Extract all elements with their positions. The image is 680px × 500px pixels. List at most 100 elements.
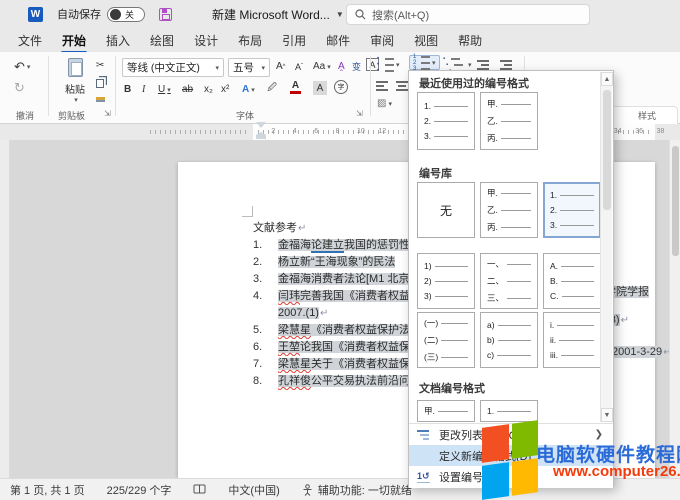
numbering-option-none[interactable]: 无: [417, 182, 475, 238]
text-segment: 完善我国《消费者权益: [300, 290, 410, 302]
vertical-ruler[interactable]: [0, 140, 10, 478]
styles-group-label: 样式: [638, 109, 656, 122]
word-app-icon[interactable]: W: [28, 7, 43, 22]
font-color-button[interactable]: A: [290, 80, 301, 95]
title-bar: W 自动保存 关 新建 Microsoft Word... ▼ 搜索(Alt+Q…: [0, 0, 680, 28]
tab-审阅[interactable]: 审阅: [360, 29, 404, 52]
italic-button[interactable]: I: [142, 82, 145, 97]
list-level-icon: [417, 430, 433, 440]
numbering-option[interactable]: 1.2.3.: [417, 92, 475, 150]
font-name-value: 等线 (中文正文): [127, 60, 200, 75]
panel-scrollbar-thumb[interactable]: [603, 90, 611, 210]
tab-绘图[interactable]: 绘图: [140, 29, 184, 52]
numbering-option[interactable]: 1.: [480, 400, 538, 422]
numbering-option[interactable]: i.ii.iii.: [543, 312, 600, 368]
copy-icon: [96, 79, 104, 88]
strikethrough-button[interactable]: ab: [182, 82, 193, 97]
shading-button[interactable]: ▨▾: [377, 96, 392, 111]
numbering-option[interactable]: (一)(二)(三): [417, 312, 475, 368]
undo-button[interactable]: ↶▾: [14, 59, 30, 74]
tab-邮件[interactable]: 邮件: [316, 29, 360, 52]
bullets-button[interactable]: •••▾: [377, 57, 400, 72]
font-name-select[interactable]: 等线 (中文正文)▾: [122, 58, 224, 77]
copy-button[interactable]: [96, 76, 104, 91]
search-input[interactable]: 搜索(Alt+Q): [346, 4, 590, 25]
page-indicator[interactable]: 第 1 页, 共 1 页: [10, 482, 85, 498]
phonetic-guide-button[interactable]: A̯: [338, 59, 345, 74]
font-size-select[interactable]: 五号▾: [228, 58, 270, 77]
tab-引用[interactable]: 引用: [272, 29, 316, 52]
group-divider: [370, 56, 371, 116]
save-icon[interactable]: [159, 8, 172, 21]
tab-布局[interactable]: 布局: [228, 29, 272, 52]
text-segment: 梁慧星: [278, 324, 311, 336]
text-segment: 关于《消费者权益保: [311, 358, 410, 370]
redo-button[interactable]: ↻: [14, 80, 25, 95]
numbering-option[interactable]: 甲.: [417, 400, 475, 422]
clipboard-dialog-launcher[interactable]: ⇲: [104, 109, 111, 118]
character-shading-button[interactable]: A: [313, 81, 327, 95]
numbering-option[interactable]: 甲.乙.丙.: [480, 92, 538, 150]
numbering-option[interactable]: 1.2.3.: [543, 182, 600, 238]
chevron-down-icon[interactable]: ▼: [336, 10, 344, 19]
accessibility-status[interactable]: 辅助功能: 一切就绪: [318, 482, 412, 498]
numbering-option[interactable]: 一、二、三、: [480, 253, 538, 309]
text-segment: 2007.(1): [278, 307, 319, 319]
subscript-button[interactable]: x₂: [204, 82, 213, 97]
menu-list-level-icon[interactable]: 更改列表级别(C)❯: [409, 424, 613, 445]
text-segment: 金福海消费者法论[M1 北京: [278, 273, 409, 285]
group-divider: [115, 56, 116, 116]
superscript-button[interactable]: x²: [221, 82, 229, 97]
list-number: 5.: [253, 322, 278, 339]
align-left-button[interactable]: [376, 78, 388, 93]
text-effects-button[interactable]: A▾: [242, 82, 255, 97]
panel-scrollbar[interactable]: ▲ ▼: [600, 72, 612, 422]
ruler-number: 4: [293, 128, 297, 135]
tab-插入[interactable]: 插入: [96, 29, 140, 52]
tab-文件[interactable]: 文件: [8, 29, 52, 52]
word-count[interactable]: 225/229 个字: [107, 482, 172, 498]
numbering-option[interactable]: 甲.乙.丙.: [480, 182, 538, 238]
ruler-number: 10: [357, 128, 365, 135]
tab-开始[interactable]: 开始: [52, 29, 96, 52]
grow-font-button[interactable]: A^: [276, 59, 286, 74]
autosave-toggle[interactable]: 关: [107, 7, 145, 22]
character-scale-button[interactable]: 变: [352, 59, 361, 74]
document-text-fragment[interactable]: 2001-3-29↵: [612, 346, 672, 358]
cut-button[interactable]: ✂: [96, 58, 104, 73]
menu-item[interactable]: 定义新编号格式(D): [409, 445, 613, 466]
format-painter-button[interactable]: [96, 94, 105, 109]
document-title[interactable]: 新建 Microsoft Word...: [212, 6, 330, 23]
list-number: 8.: [253, 373, 278, 390]
paste-button[interactable]: 粘贴 ▾: [58, 58, 92, 110]
tab-视图[interactable]: 视图: [404, 29, 448, 52]
numbering-option[interactable]: 1)2)3): [417, 253, 475, 309]
scrollbar-thumb[interactable]: [672, 146, 679, 256]
underline-button[interactable]: U▾: [158, 82, 171, 97]
scroll-up-icon[interactable]: ▲: [601, 72, 613, 86]
first-line-indent-marker[interactable]: [256, 122, 266, 133]
align-center-button[interactable]: [396, 78, 408, 93]
numbering-option[interactable]: A.B.C.: [543, 253, 600, 309]
text-segment: 论建立: [311, 239, 344, 253]
numbering-button[interactable]: 123▾: [409, 55, 440, 70]
set-value-icon: 1↺: [417, 471, 433, 483]
highlight-color-button[interactable]: 🖉: [266, 80, 278, 95]
document-scrollbar[interactable]: [669, 140, 680, 478]
undo-group-label: 撤消: [16, 109, 34, 122]
tab-帮助[interactable]: 帮助: [448, 29, 492, 52]
autosave-label: 自动保存: [57, 6, 101, 22]
menu-set-value-icon[interactable]: 1↺ 设置编号值(V): [409, 466, 613, 487]
numbering-option[interactable]: a)b)c): [480, 312, 538, 368]
proofing-icon[interactable]: [193, 484, 206, 495]
menu-item-label: 设置编号值(V): [439, 469, 509, 485]
bold-button[interactable]: B: [124, 82, 131, 97]
shrink-font-button[interactable]: Aˇ: [295, 59, 303, 74]
enclose-characters-button[interactable]: 字: [334, 80, 348, 94]
tab-设计[interactable]: 设计: [184, 29, 228, 52]
font-dialog-launcher[interactable]: ⇲: [356, 109, 363, 118]
scroll-down-icon[interactable]: ▼: [601, 408, 613, 422]
change-case-button[interactable]: Aa▾: [313, 59, 331, 74]
language-indicator[interactable]: 中文(中国): [228, 482, 279, 498]
list-number: 4.: [253, 288, 278, 305]
